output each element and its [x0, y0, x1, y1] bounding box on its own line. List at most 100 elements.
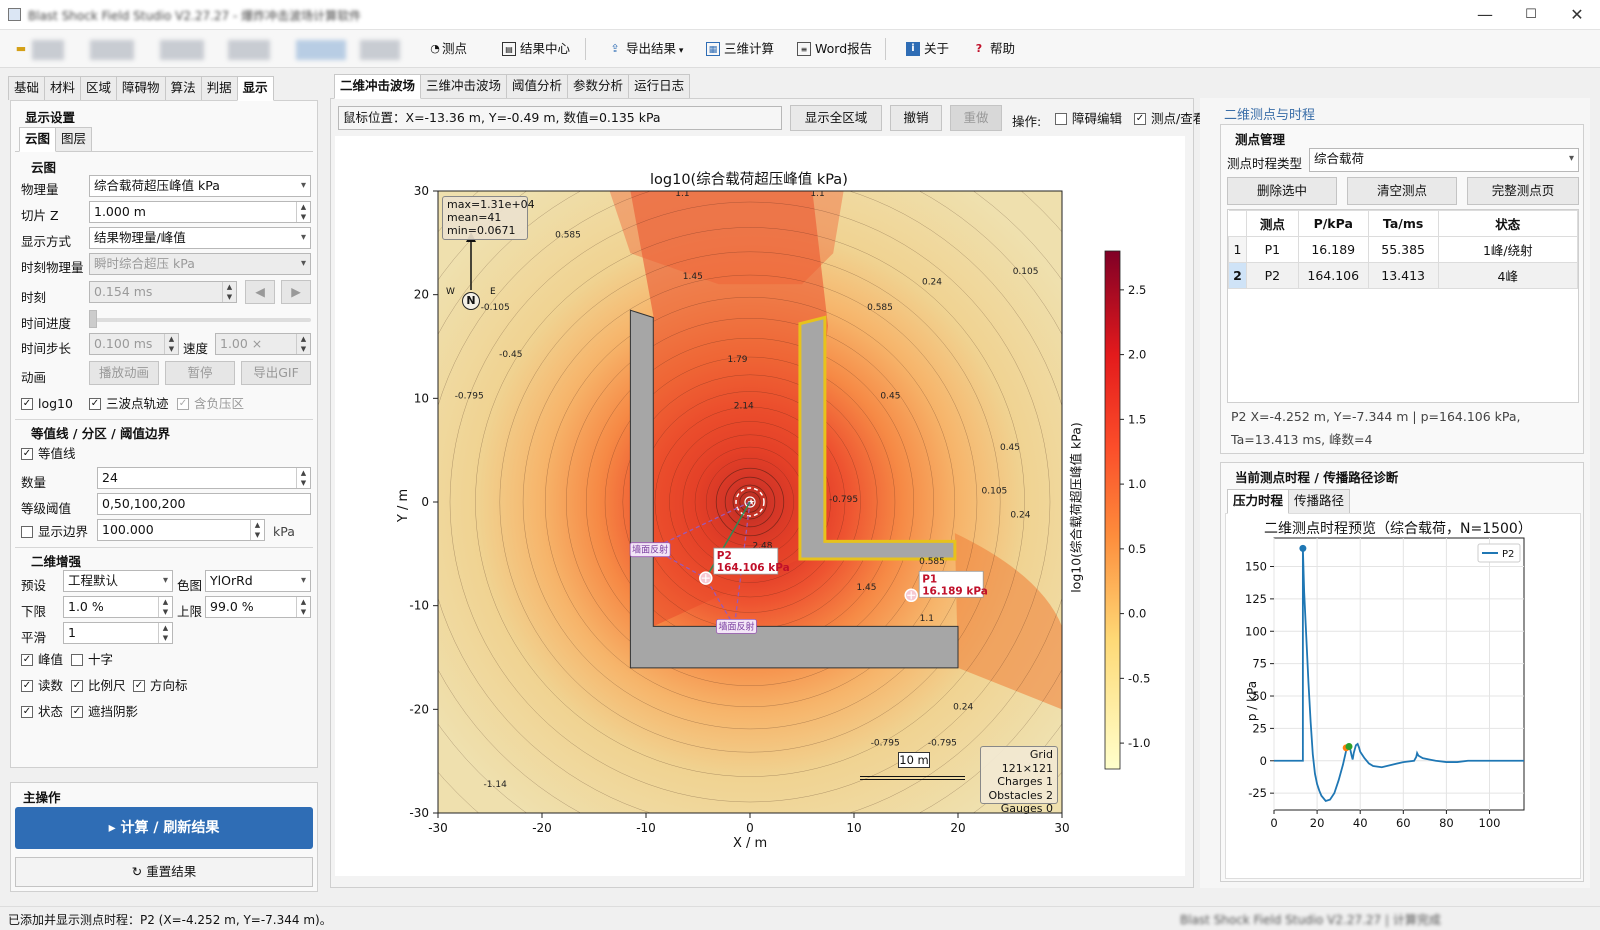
tab-material[interactable]: 材料 — [44, 76, 82, 100]
peak-checkbox[interactable]: ✓ 峰值 — [21, 652, 63, 668]
time-quantity-select[interactable]: 瞬时综合超压 kPa ▾ — [89, 253, 311, 275]
scale-bar-checkbox[interactable]: ✓ 比例尺 — [71, 678, 126, 694]
open-folder-button[interactable]: ▬ — [14, 37, 30, 61]
time-stepper[interactable]: 0.154 ms ▲ ▼ — [89, 281, 237, 303]
stepper-down-icon[interactable]: ▼ — [164, 344, 178, 354]
cell-gauge[interactable]: P2 — [1245, 262, 1299, 289]
cell-pressure[interactable]: 164.106 — [1297, 262, 1369, 289]
tab-pressure-history[interactable]: 压力时程 — [1227, 489, 1290, 514]
log10-checkbox[interactable]: ✓ log10 — [21, 396, 73, 412]
compass-checkbox[interactable]: ✓ 方向标 — [133, 678, 188, 694]
colormap-select[interactable]: YlOrRd ▾ — [205, 570, 311, 592]
table-row-selected[interactable]: 2 P2 164.106 13.413 4峰 — [1228, 262, 1579, 289]
clear-gauges-button[interactable]: 清空测点 — [1347, 177, 1457, 205]
redo-button[interactable]: 重做 — [950, 105, 1002, 131]
col-header-gauge[interactable]: 测点 — [1245, 210, 1299, 237]
stepper-up-icon[interactable]: ▲ — [158, 597, 172, 607]
stepper-down-icon[interactable]: ▼ — [222, 292, 236, 302]
tab-algorithm[interactable]: 算法 — [164, 76, 202, 100]
help-button[interactable]: ? 帮助 — [970, 37, 1015, 61]
triple-point-checkbox[interactable]: ✓ 三波点轨迹 — [89, 396, 169, 412]
maximize-button[interactable]: ☐ — [1508, 0, 1554, 30]
results-center-button[interactable]: ▤ 结果中心 — [500, 37, 570, 61]
tab-region[interactable]: 区域 — [80, 76, 118, 100]
tab-run-log[interactable]: 运行日志 — [628, 74, 691, 98]
quantity-select[interactable]: 综合载荷超压峰值 kPa ▾ — [89, 175, 311, 197]
about-button[interactable]: i 关于 — [904, 37, 949, 61]
contour-checkbox[interactable]: ✓ 等值线 — [21, 446, 76, 462]
full-gauge-page-button[interactable]: 完整测点页 — [1467, 177, 1579, 205]
smooth-stepper[interactable]: 1 ▲ ▼ — [63, 622, 173, 644]
preset-select[interactable]: 工程默认 ▾ — [63, 570, 173, 592]
cell-status[interactable]: 4峰 — [1437, 262, 1579, 289]
tab-2d-field[interactable]: 二维冲击波场 — [334, 74, 422, 99]
reset-results-button[interactable]: ↻ 重置结果 — [15, 857, 313, 887]
undo-button[interactable]: 撤销 — [890, 105, 942, 131]
ts-marker[interactable] — [1299, 544, 1307, 552]
slider-handle[interactable] — [89, 310, 97, 328]
stepper-up-icon[interactable]: ▲ — [296, 202, 310, 212]
cell-ta[interactable]: 55.385 — [1367, 236, 1439, 263]
tab-criteria[interactable]: 判据 — [200, 76, 238, 100]
obstacle-edit-checkbox[interactable]: 障碍编辑 — [1055, 111, 1122, 127]
tab-threshold[interactable]: 阈值分析 — [506, 74, 569, 98]
tab-obstacle[interactable]: 障碍物 — [116, 76, 166, 100]
colorbar[interactable] — [1104, 250, 1121, 770]
stepper-down-icon[interactable]: ▼ — [296, 212, 310, 222]
calc3d-button[interactable]: ▦ 三维计算 — [704, 37, 774, 61]
show-all-button[interactable]: 显示全区域 — [790, 105, 882, 131]
cell-ta[interactable]: 13.413 — [1367, 262, 1439, 289]
col-header-status[interactable]: 状态 — [1437, 210, 1579, 237]
time-progress-slider[interactable] — [89, 318, 311, 322]
gauge-button[interactable]: ◔ 测点 — [428, 37, 467, 61]
negative-zone-checkbox[interactable]: ✓ 含负压区 — [177, 396, 244, 412]
status-checkbox[interactable]: ✓ 状态 — [21, 704, 63, 720]
gauge-view-checkbox[interactable]: ✓ 测点/查看 — [1134, 111, 1205, 127]
speed-stepper[interactable]: 1.00 × ▲ ▼ — [215, 333, 311, 355]
stepper-down-icon[interactable]: ▼ — [296, 344, 310, 354]
export-gif-button[interactable]: 导出GIF — [241, 361, 311, 385]
stepper-up-icon[interactable]: ▲ — [296, 334, 310, 344]
prev-frame-button[interactable]: ◀ — [245, 280, 275, 304]
table-row[interactable]: 1 P1 16.189 55.385 1峰/绕射 — [1228, 236, 1579, 263]
play-animation-button[interactable]: 播放动画 — [89, 361, 159, 385]
upper-stepper[interactable]: 99.0 % ▲ ▼ — [205, 596, 311, 618]
col-header-pressure[interactable]: P/kPa — [1297, 210, 1369, 237]
boundary-stepper[interactable]: 100.000 ▲ ▼ — [97, 519, 265, 541]
cell-status[interactable]: 1峰/绕射 — [1437, 236, 1579, 263]
stepper-down-icon[interactable]: ▼ — [158, 633, 172, 643]
contour-count-stepper[interactable]: 24 ▲ ▼ — [97, 467, 311, 489]
readout-checkbox[interactable]: ✓ 读数 — [21, 678, 63, 694]
stepper-down-icon[interactable]: ▼ — [158, 607, 172, 617]
cell-pressure[interactable]: 16.189 — [1297, 236, 1369, 263]
boundary-checkbox[interactable]: 显示边界 — [21, 524, 88, 540]
subtab-cloud[interactable]: 云图 — [19, 127, 57, 152]
cell-gauge[interactable]: P1 — [1245, 236, 1299, 263]
word-report-button[interactable]: ≡ Word报告 — [795, 37, 872, 61]
tab-display[interactable]: 显示 — [236, 76, 274, 101]
stepper-up-icon[interactable]: ▲ — [222, 282, 236, 292]
time-history-chart[interactable]: 0 20 40 60 80 100 150 125 100 75 50 25 0 -25 P2 二维测点时程… — [1225, 513, 1581, 879]
time-step-stepper[interactable]: 0.100 ms ▲ ▼ — [89, 333, 179, 355]
gauge-type-select[interactable]: 综合载荷 ▾ — [1309, 148, 1579, 172]
col-header-ta[interactable]: Ta/ms — [1367, 210, 1439, 237]
tab-3d-field[interactable]: 三维冲击波场 — [420, 74, 508, 98]
minimize-button[interactable]: — — [1462, 0, 1508, 30]
subtab-layers[interactable]: 图层 — [55, 127, 93, 151]
stepper-up-icon[interactable]: ▲ — [158, 623, 172, 633]
export-button[interactable]: ⇪ 导出结果 ▾ — [606, 37, 683, 61]
compute-button[interactable]: ▸ 计算 / 刷新结果 — [15, 807, 313, 849]
tab-parameter[interactable]: 参数分析 — [567, 74, 630, 98]
time-history-svg[interactable]: 0 20 40 60 80 1001501251007550250-25P2 — [1226, 514, 1580, 878]
pause-button[interactable]: 暂停 — [165, 361, 235, 385]
stepper-down-icon[interactable]: ▼ — [296, 478, 310, 488]
display-mode-select[interactable]: 结果物理量/峰值 ▾ — [89, 227, 311, 249]
crosshair-checkbox[interactable]: 十字 — [71, 652, 113, 668]
stepper-down-icon[interactable]: ▼ — [250, 530, 264, 540]
delete-selected-button[interactable]: 删除选中 — [1227, 177, 1337, 205]
stepper-up-icon[interactable]: ▲ — [296, 468, 310, 478]
close-button[interactable]: ✕ — [1554, 0, 1600, 30]
stepper-down-icon[interactable]: ▼ — [296, 607, 310, 617]
lower-stepper[interactable]: 1.0 % ▲ ▼ — [63, 596, 173, 618]
stepper-up-icon[interactable]: ▲ — [164, 334, 178, 344]
